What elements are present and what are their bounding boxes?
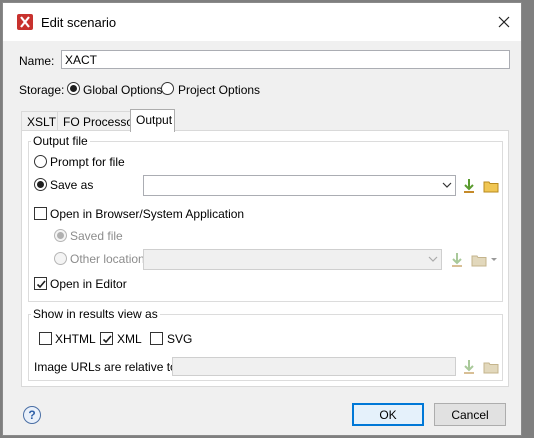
edit-scenario-dialog: Edit scenario Name: Storage: Global Opti…	[2, 2, 522, 436]
xml-checkbox[interactable]	[100, 332, 113, 345]
cancel-button[interactable]: Cancel	[434, 403, 506, 426]
download-arrow-icon	[464, 360, 474, 374]
browse-other-location-button[interactable]	[470, 251, 488, 269]
prompt-for-file-radio[interactable]	[34, 155, 47, 168]
checkmark-icon	[36, 280, 46, 289]
name-input[interactable]	[61, 50, 510, 69]
title-bar: Edit scenario	[3, 3, 521, 41]
other-location-combo[interactable]	[143, 249, 442, 270]
image-urls-input[interactable]	[172, 357, 456, 376]
folder-icon	[483, 181, 499, 193]
prompt-for-file-label[interactable]: Prompt for file	[50, 155, 125, 169]
output-tab-panel: Output file Prompt for file Save as Open…	[21, 130, 509, 387]
other-location-radio[interactable]	[54, 252, 67, 265]
folder-icon	[483, 362, 499, 374]
svg-label[interactable]: SVG	[167, 332, 192, 346]
image-urls-label: Image URLs are relative to:	[34, 360, 181, 374]
download-arrow-icon	[464, 179, 474, 193]
oxygen-app-icon	[17, 14, 33, 30]
browse-image-urls-button[interactable]	[482, 358, 500, 376]
name-label: Name:	[19, 54, 55, 68]
insert-variables-disabled-button[interactable]	[448, 251, 466, 269]
tab-output[interactable]: Output	[130, 109, 175, 132]
storage-label: Storage:	[19, 83, 65, 97]
chevron-down-icon	[428, 256, 438, 262]
chevron-down-icon	[442, 182, 452, 188]
insert-editor-variables-button[interactable]	[460, 177, 478, 195]
storage-global-radio[interactable]	[67, 82, 80, 95]
tab-fo-processor[interactable]: FO Processor	[57, 111, 137, 131]
output-file-group-title: Output file	[31, 134, 90, 148]
xhtml-checkbox[interactable]	[39, 332, 52, 345]
open-in-editor-label[interactable]: Open in Editor	[50, 277, 127, 291]
save-as-label[interactable]: Save as	[50, 178, 93, 192]
storage-project-radio[interactable]	[161, 82, 174, 95]
chevron-down-icon[interactable]	[490, 257, 498, 263]
storage-global-label[interactable]: Global Options	[83, 83, 162, 97]
window-title: Edit scenario	[41, 15, 117, 30]
saved-file-label[interactable]: Saved file	[70, 229, 123, 243]
open-in-browser-checkbox[interactable]	[34, 207, 47, 220]
insert-image-url-variables-button[interactable]	[460, 358, 478, 376]
saved-file-radio[interactable]	[54, 229, 67, 242]
close-button[interactable]	[493, 11, 515, 33]
save-as-combo[interactable]	[143, 175, 456, 196]
checkmark-icon	[102, 335, 112, 344]
save-as-radio[interactable]	[34, 178, 47, 191]
xml-label[interactable]: XML	[117, 332, 142, 346]
close-icon	[498, 16, 510, 28]
browse-save-as-button[interactable]	[482, 177, 500, 195]
open-in-editor-checkbox[interactable]	[34, 277, 47, 290]
storage-project-label[interactable]: Project Options	[178, 83, 260, 97]
tab-xslt[interactable]: XSLT	[21, 111, 58, 131]
results-view-group-title: Show in results view as	[31, 307, 160, 321]
ok-button[interactable]: OK	[352, 403, 424, 426]
folder-icon	[471, 255, 487, 267]
svg-checkbox[interactable]	[150, 332, 163, 345]
open-in-browser-label[interactable]: Open in Browser/System Application	[50, 207, 244, 221]
download-arrow-icon	[452, 253, 462, 267]
xhtml-label[interactable]: XHTML	[55, 332, 96, 346]
other-location-label[interactable]: Other location	[70, 252, 145, 266]
help-icon[interactable]: ?	[23, 406, 41, 424]
